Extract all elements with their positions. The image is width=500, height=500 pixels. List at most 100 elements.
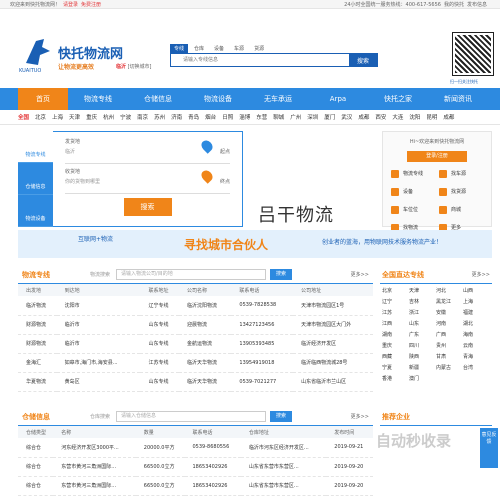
city-link[interactable]: 昆明 [426, 113, 437, 121]
table-row[interactable]: 临沂物流 沈阳市 辽宁专线 临沂沈阳物流 0539-7828538 天津市物流园区1号 [18, 296, 373, 316]
brand-name[interactable]: 快托物流网 [58, 43, 123, 62]
city-link[interactable]: 日照 [222, 113, 233, 121]
form-search-button[interactable]: 搜索 [123, 198, 172, 216]
city-link[interactable]: 沈阳 [409, 113, 420, 121]
side-tab-lines[interactable]: 物流专线 [18, 131, 53, 163]
city-link[interactable]: 苏州 [154, 113, 165, 121]
shortcut-item[interactable]: 商城 [437, 206, 485, 218]
nav-arpa[interactable]: Arpa [308, 88, 368, 110]
side-tab-warehouse[interactable]: 仓储信息 [18, 163, 53, 195]
province-link[interactable]: 甘肃 [436, 352, 463, 363]
province-link[interactable]: 天津 [409, 286, 436, 297]
warehouse-search-button[interactable]: 搜索 [270, 411, 293, 422]
province-link[interactable]: 陕西 [409, 352, 436, 363]
city-link[interactable]: 西安 [375, 113, 386, 121]
province-link[interactable]: 贵州 [436, 341, 463, 352]
tab-equipment[interactable]: 设备 [210, 44, 228, 53]
province-link[interactable]: 江苏 [382, 308, 409, 319]
nav-news[interactable]: 新闻资讯 [428, 88, 488, 110]
table-row[interactable]: 金海汇 如皋市,海门市,海安县... 江苏专线 临沂天华物流 13954919018 临沂… [18, 353, 373, 373]
province-link[interactable]: 四川 [409, 341, 436, 352]
city-link[interactable]: 南京 [137, 113, 148, 121]
city-switch[interactable]: 临沂 [切换城市] [116, 63, 152, 70]
province-link[interactable]: 海南 [463, 330, 490, 341]
city-link[interactable]: 济南 [171, 113, 182, 121]
province-link[interactable]: 重庆 [382, 341, 409, 352]
province-link[interactable]: 河北 [436, 286, 463, 297]
register-link[interactable]: 免费注册 [81, 2, 101, 8]
province-link[interactable]: 山西 [463, 286, 490, 297]
my-link[interactable]: 我的快托 [444, 2, 464, 8]
tab-vehicle[interactable]: 车源 [230, 44, 248, 53]
city-link[interactable]: 深圳 [307, 113, 318, 121]
search-button[interactable]: 搜索 [349, 54, 377, 66]
city-link[interactable]: 杭州 [103, 113, 114, 121]
province-link[interactable]: 山东 [409, 319, 436, 330]
table-row[interactable]: 综合仓 东营市黄河三角洲国际... 66500.0立方 18653402926 山东省东… [18, 457, 373, 477]
province-link[interactable]: 湖北 [463, 319, 490, 330]
shortcut-item[interactable]: 设备 [389, 188, 437, 200]
province-link[interactable]: 湖南 [382, 330, 409, 341]
shortcut-item[interactable]: 找货源 [437, 188, 485, 200]
side-tab-equipment[interactable]: 物流设备 [18, 195, 53, 227]
city-link[interactable]: 淄博 [239, 113, 250, 121]
city-link[interactable]: 青岛 [188, 113, 199, 121]
lines-more-link[interactable]: 更多>> [351, 271, 369, 278]
province-link[interactable]: 台湾 [463, 363, 490, 374]
province-link[interactable]: 福建 [463, 308, 490, 319]
nav-carrier[interactable]: 无车承运 [248, 88, 308, 110]
to-field[interactable]: 收货地 你的货物到哪里 终点 [65, 168, 230, 194]
city-link[interactable]: 成都 [358, 113, 369, 121]
city-link[interactable]: 烟台 [205, 113, 216, 121]
city-link[interactable]: 北京 [35, 113, 46, 121]
province-link[interactable]: 澳门 [409, 374, 436, 385]
table-row[interactable]: 财源物流 临沂市 山东专线 金航运物流 13905393485 临沂经济开发区 [18, 334, 373, 354]
shortcut-item[interactable]: 找车源 [437, 170, 485, 182]
nav-equipment[interactable]: 物流设备 [188, 88, 248, 110]
banner-image[interactable]: 吕干物流 [250, 131, 374, 227]
city-link[interactable]: 成都 [443, 113, 454, 121]
city-link[interactable]: 天津 [69, 113, 80, 121]
province-link[interactable]: 北京 [382, 286, 409, 297]
login-link[interactable]: 请登录 [63, 2, 78, 8]
province-link[interactable]: 香港 [382, 374, 409, 385]
province-link[interactable]: 西藏 [382, 352, 409, 363]
warehouse-more-link[interactable]: 更多>> [351, 413, 369, 420]
province-link[interactable]: 云南 [463, 341, 490, 352]
lines-search-input[interactable]: 请输入物流公司/目的地 [116, 269, 267, 280]
province-link[interactable]: 吉林 [409, 297, 436, 308]
shortcut-item[interactable]: 物流专线 [389, 170, 437, 182]
tab-cargo[interactable]: 货源 [250, 44, 268, 53]
horse-logo-icon[interactable]: KUAITUO [18, 35, 58, 73]
city-lines-more[interactable]: 更多>> [472, 266, 490, 284]
city-link[interactable]: 广州 [290, 113, 301, 121]
table-row[interactable]: 综合仓 东营市黄河三角洲国际... 66500.0立方 18653402926 山东省东… [18, 476, 373, 496]
city-link[interactable]: 重庆 [86, 113, 97, 121]
province-link[interactable]: 广东 [409, 330, 436, 341]
tab-line[interactable]: 专线 [170, 44, 189, 53]
province-link[interactable]: 上海 [463, 297, 490, 308]
city-link[interactable]: 武汉 [341, 113, 352, 121]
login-register-button[interactable]: 登录/注册 [407, 151, 467, 162]
city-link[interactable]: 聊城 [273, 113, 284, 121]
shortcut-item[interactable]: 车位位 [389, 206, 437, 218]
issue-link[interactable]: 发布信息 [467, 2, 487, 8]
city-link[interactable]: 宁波 [120, 113, 131, 121]
city-link[interactable]: 厦门 [324, 113, 335, 121]
province-link[interactable]: 江西 [382, 319, 409, 330]
warehouse-search-input[interactable]: 请输入仓储信息 [116, 411, 267, 422]
table-row[interactable]: 华夏物流 黄岛区 山东专线 临沂天华物流 0539-7021277 山东省临沂市兰山区 [18, 372, 373, 392]
province-link[interactable]: 新疆 [409, 363, 436, 374]
nav-home2[interactable]: 快托之家 [368, 88, 428, 110]
province-link[interactable]: 广西 [436, 330, 463, 341]
nav-warehouse[interactable]: 仓储信息 [128, 88, 188, 110]
lines-search-button[interactable]: 搜索 [270, 269, 293, 280]
nav-home[interactable]: 首页 [18, 88, 68, 110]
city-link[interactable]: 上海 [52, 113, 63, 121]
province-link[interactable]: 黑龙江 [436, 297, 463, 308]
city-link[interactable]: 东营 [256, 113, 267, 121]
table-row[interactable]: 综合仓 河东经济开发区3000平... 20000.0平方 0539-8680556 临… [18, 438, 373, 458]
nav-lines[interactable]: 物流专线 [68, 88, 128, 110]
province-link[interactable]: 宁夏 [382, 363, 409, 374]
province-link[interactable]: 辽宁 [382, 297, 409, 308]
